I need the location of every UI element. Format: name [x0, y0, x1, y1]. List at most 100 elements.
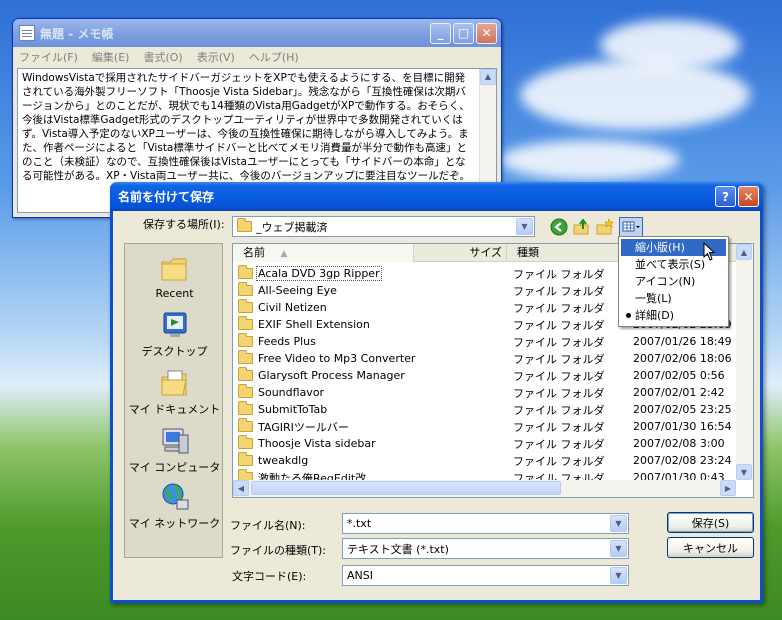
save-as-dialog[interactable]: 名前を付けて保存 ? ✕ 保存する場所(I): _ウェブ掲載済 ▼ Recent: [110, 182, 763, 603]
file-row[interactable]: Glarysoft Process Manager ファイル フォルダ 2007/0…: [233, 367, 736, 384]
place-my-computer[interactable]: マイ コンピュータ: [125, 426, 224, 475]
notepad-icon: [19, 25, 35, 41]
file-type: ファイル フォルダ: [513, 454, 605, 468]
file-type: ファイル フォルダ: [513, 335, 605, 349]
lookin-value: _ウェブ掲載済: [256, 220, 328, 234]
menu-format[interactable]: 書式(O): [143, 49, 182, 65]
folder-icon: [238, 265, 253, 279]
column-size[interactable]: サイズ: [414, 244, 507, 262]
view-menu-list[interactable]: 一覧(L): [621, 290, 726, 307]
file-row[interactable]: Feeds Plus ファイル フォルダ 2007/01/26 18:49: [233, 333, 736, 350]
file-type: ファイル フォルダ: [513, 318, 605, 332]
place-label: マイ コンピュータ: [128, 461, 221, 474]
notepad-text: WindowsVistaで採用されたサイドバーガジェットをXPでも使えるようにす…: [22, 72, 471, 182]
file-name: All-Seeing Eye: [258, 284, 337, 297]
minimize-button[interactable]: _: [430, 22, 451, 44]
close-button[interactable]: ✕: [476, 22, 497, 44]
cancel-button[interactable]: キャンセル: [667, 537, 754, 558]
desktop-cloud: [520, 60, 750, 130]
dialog-titlebar[interactable]: 名前を付けて保存 ? ✕: [110, 182, 763, 211]
notepad-menubar: ファイル(F) 編集(E) 書式(O) 表示(V) ヘルプ(H): [13, 47, 501, 67]
file-date: 2007/02/08 23:24: [633, 454, 732, 467]
view-menu-button[interactable]: [619, 217, 643, 237]
menu-help[interactable]: ヘルプ(H): [249, 49, 299, 65]
file-date: 2007/02/05 23:25: [633, 403, 732, 416]
file-type: ファイル フォルダ: [513, 437, 605, 451]
chevron-down-icon[interactable]: ▼: [610, 540, 627, 557]
filetype-select[interactable]: テキスト文書 (*.txt) ▼: [342, 538, 629, 559]
maximize-button[interactable]: □: [453, 22, 474, 44]
chevron-down-icon[interactable]: ▼: [516, 218, 533, 235]
file-date: 2007/01/30 16:54: [633, 420, 732, 433]
new-folder-icon[interactable]: [596, 218, 614, 236]
file-name: Soundflavor: [258, 386, 325, 399]
encoding-label: 文字コード(E):: [232, 570, 307, 583]
file-list-vscrollbar[interactable]: ▲ ▼: [736, 244, 753, 480]
folder-icon: [238, 401, 253, 415]
file-name: TAGIRIツールバー: [258, 420, 349, 434]
folder-icon: [238, 367, 253, 381]
view-menu-icons[interactable]: アイコン(N): [621, 273, 726, 290]
view-grid-icon: [622, 221, 640, 232]
folder-icon: [237, 218, 252, 232]
scroll-left-icon[interactable]: ◀: [233, 480, 249, 496]
file-row[interactable]: SubmitToTab ファイル フォルダ 2007/02/05 23:25: [233, 401, 736, 418]
file-row[interactable]: tweakdlg ファイル フォルダ 2007/02/08 23:24: [233, 452, 736, 469]
file-name: EXIF Shell Extension: [258, 318, 370, 331]
folder-icon: [238, 418, 253, 432]
chevron-down-icon[interactable]: ▼: [610, 515, 627, 532]
place-recent[interactable]: Recent: [125, 254, 224, 300]
place-label: マイ ドキュメント: [128, 403, 221, 416]
file-row[interactable]: Free Video to Mp3 Converter ファイル フォルダ 2007…: [233, 350, 736, 367]
desktop-icon: [159, 310, 191, 340]
place-my-documents[interactable]: マイ ドキュメント: [125, 368, 224, 417]
notepad-titlebar[interactable]: 無題 - メモ帳 _ □ ✕: [13, 19, 501, 47]
file-type: ファイル フォルダ: [513, 403, 605, 417]
filename-field[interactable]: *.txt ▼: [342, 513, 629, 534]
desktop-cloud: [500, 140, 680, 180]
chevron-down-icon[interactable]: ▼: [610, 567, 627, 584]
place-desktop[interactable]: デスクトップ: [125, 310, 224, 359]
sort-up-icon: ▲: [280, 249, 288, 259]
file-row[interactable]: Thoosje Vista sidebar ファイル フォルダ 2007/02/08…: [233, 435, 736, 452]
scroll-down-icon[interactable]: ▼: [736, 464, 752, 480]
file-row[interactable]: Soundflavor ファイル フォルダ 2007/02/01 2:42: [233, 384, 736, 401]
folder-icon: [238, 333, 253, 347]
folder-icon: [238, 384, 253, 398]
scroll-up-icon[interactable]: ▲: [480, 69, 496, 85]
menu-edit[interactable]: 編集(E): [92, 49, 130, 65]
column-name[interactable]: 名前 ▲: [233, 244, 414, 262]
hscroll-thumb[interactable]: [251, 481, 561, 495]
up-folder-icon[interactable]: [573, 218, 591, 236]
dialog-close-button[interactable]: ✕: [738, 186, 759, 207]
file-name: tweakdlg: [258, 454, 309, 467]
place-label: デスクトップ: [141, 345, 208, 358]
lookin-combobox[interactable]: _ウェブ掲載済 ▼: [232, 216, 535, 237]
filename-label: ファイル名(N):: [230, 519, 306, 532]
save-button[interactable]: 保存(S): [667, 512, 754, 533]
places-bar: Recent デスクトップ マイ ドキュメント マイ コンピュータ マイ ネット…: [124, 243, 223, 558]
scroll-up-icon[interactable]: ▲: [736, 244, 752, 260]
dialog-title: 名前を付けて保存: [118, 190, 215, 204]
menu-file[interactable]: ファイル(F): [19, 49, 78, 65]
filetype-label: ファイルの種類(T):: [230, 544, 327, 557]
scroll-right-icon[interactable]: ▶: [720, 480, 736, 496]
file-name: SubmitToTab: [258, 403, 328, 416]
file-name: Civil Netizen: [258, 301, 327, 314]
file-date: 2007/02/01 2:42: [633, 386, 725, 399]
help-button[interactable]: ?: [715, 186, 736, 207]
encoding-select[interactable]: ANSI ▼: [342, 565, 629, 586]
file-name: Glarysoft Process Manager: [258, 369, 405, 382]
desktop-cloud: [600, 20, 740, 70]
menu-view[interactable]: 表示(V): [197, 49, 235, 65]
view-menu-details[interactable]: 詳細(D): [621, 307, 726, 324]
place-my-network[interactable]: マイ ネットワーク: [125, 482, 224, 531]
file-list-hscrollbar[interactable]: ◀ ▶: [233, 480, 736, 497]
back-icon[interactable]: [550, 218, 568, 236]
encoding-value: ANSI: [347, 569, 373, 582]
file-type: ファイル フォルダ: [513, 301, 605, 315]
file-row[interactable]: TAGIRIツールバー ファイル フォルダ 2007/01/30 16:54: [233, 418, 736, 435]
folder-icon: [238, 435, 253, 449]
file-name: Feeds Plus: [258, 335, 316, 348]
my-documents-icon: [159, 368, 191, 398]
